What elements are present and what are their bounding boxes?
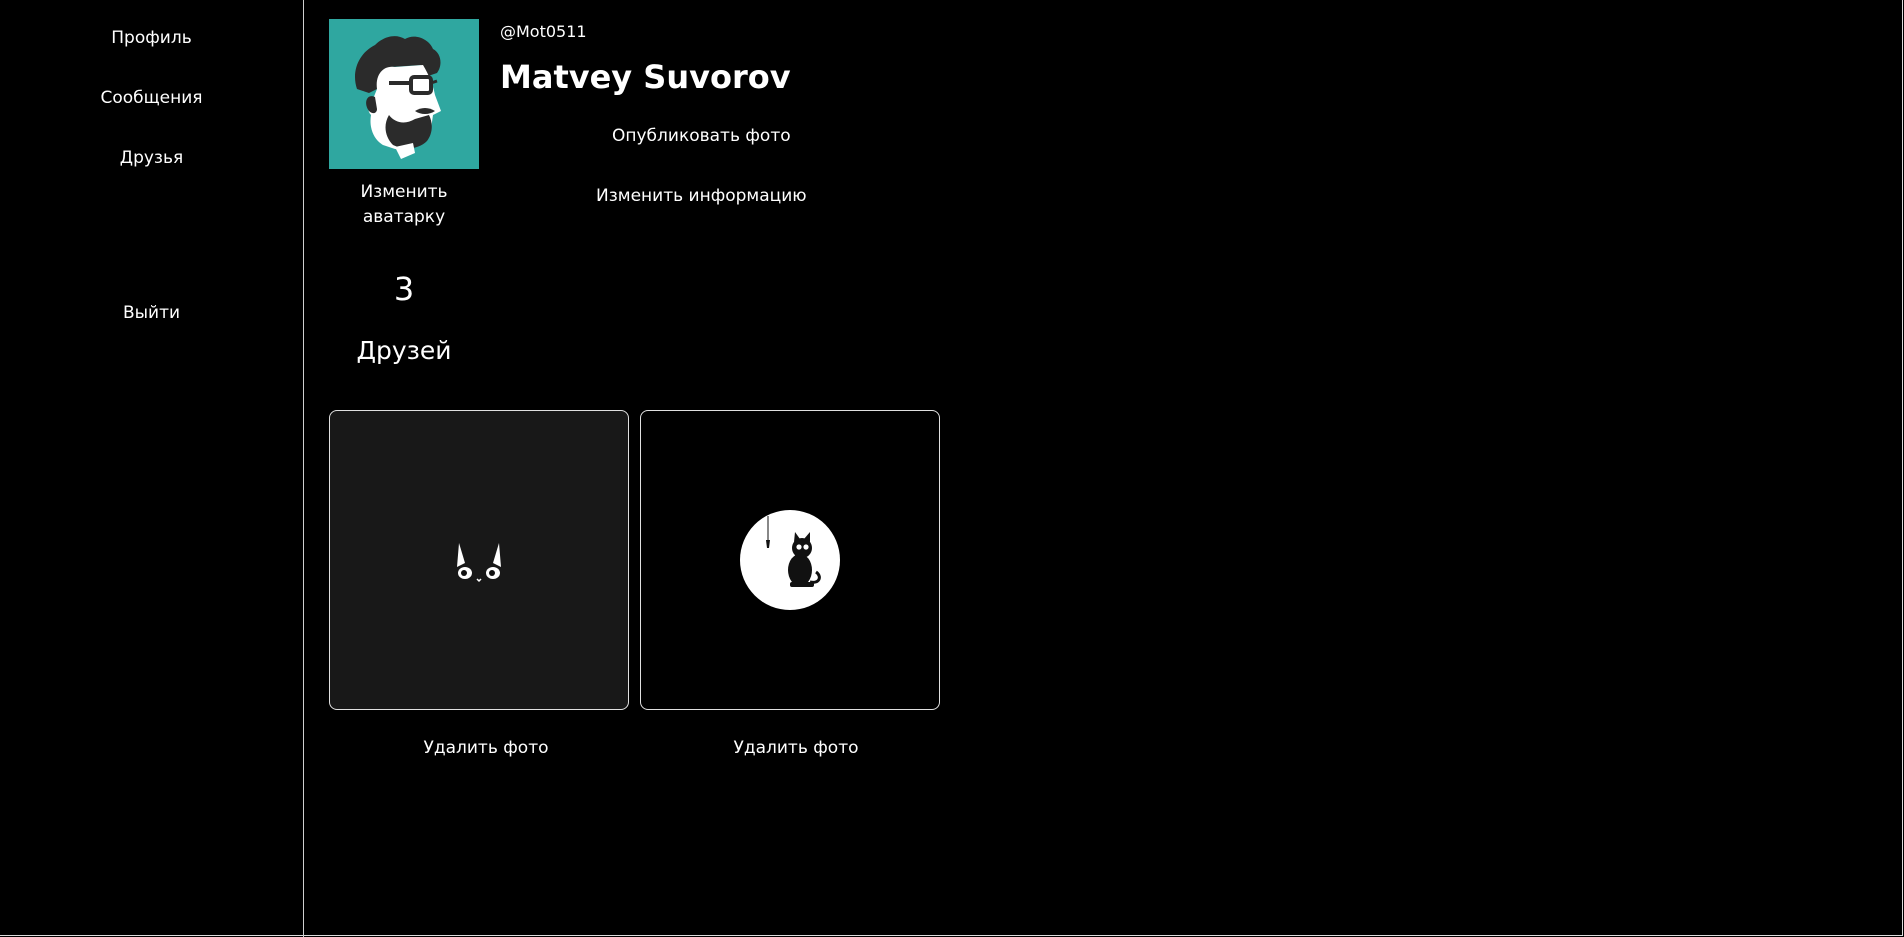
username: @Mot0511 (500, 22, 587, 41)
logout-button[interactable]: Выйти (0, 303, 303, 323)
cat-peeking-icon (457, 543, 501, 583)
bearded-man-avatar-icon (355, 36, 441, 159)
friends-label[interactable]: Друзей (329, 336, 479, 365)
sidebar-item-profile[interactable]: Профиль (0, 28, 303, 48)
publish-photo-button[interactable]: Опубликовать фото (612, 126, 791, 146)
cat-fishing-moon-icon (740, 510, 840, 610)
delete-photo-button[interactable]: Удалить фото (646, 738, 946, 758)
edit-info-button[interactable]: Изменить информацию (596, 186, 807, 206)
change-avatar-button[interactable]: Изменить аватарку (329, 180, 479, 230)
sidebar-item-friends[interactable]: Друзья (0, 148, 303, 168)
photo-card[interactable] (329, 410, 629, 710)
sidebar: Профиль Сообщения Друзья Выйти (0, 0, 304, 937)
avatar[interactable] (329, 19, 479, 169)
friends-count: 3 (393, 270, 415, 308)
delete-photo-button[interactable]: Удалить фото (336, 738, 636, 758)
sidebar-item-messages[interactable]: Сообщения (0, 88, 303, 108)
profile-fullname: Matvey Suvorov (500, 58, 791, 96)
photo-card[interactable] (640, 410, 940, 710)
